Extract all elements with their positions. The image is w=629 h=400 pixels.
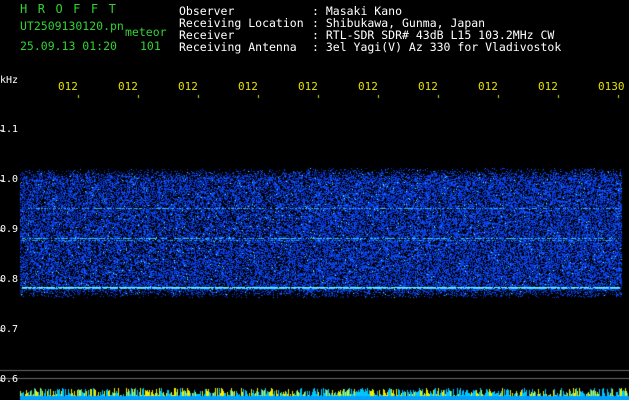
- spectrogram-canvas: [0, 0, 629, 400]
- app-title: HROFFT: [20, 2, 127, 16]
- time-label-0128: 012: [478, 80, 498, 93]
- datetime-label: 25.09.13 01:20: [20, 39, 117, 53]
- freq-tick-0-6: 0.6: [0, 374, 19, 385]
- freq-tick-1-1: 1.1: [0, 124, 19, 135]
- time-label-0126: 012: [358, 80, 378, 93]
- antenna-row: Receiving Antenna : 3el Yagi(V) Az 330 fo…: [179, 41, 561, 53]
- freq-tick-0-7: 0.7: [0, 324, 19, 335]
- time-label-0125: 012: [298, 80, 318, 93]
- filename-label: UT2509130120.pn: [20, 19, 124, 33]
- time-label-0124: 012: [238, 80, 258, 93]
- antenna-label: Receiving Antenna: [179, 40, 297, 54]
- freq-unit-label: kHz: [0, 75, 19, 86]
- mode-label: meteor: [125, 25, 167, 39]
- time-label-0123: 012: [178, 80, 198, 93]
- time-label-0127: 012: [418, 80, 438, 93]
- time-label-0129: 012: [538, 80, 558, 93]
- time-label-0121: 012: [58, 80, 78, 93]
- freq-tick-1-0: 1.0: [0, 174, 19, 185]
- freq-tick-0-9: 0.9: [0, 224, 19, 235]
- time-label-0130: 0130: [598, 80, 625, 93]
- antenna-value: : 3el Yagi(V) Az 330 for Vladivostok: [312, 40, 562, 54]
- count-label: 101: [140, 39, 161, 53]
- freq-tick-0-8: 0.8: [0, 274, 19, 285]
- hrofft-window: HROFFT UT2509130120.pn meteor 25.09.13 0…: [0, 0, 629, 400]
- time-label-0122: 012: [118, 80, 138, 93]
